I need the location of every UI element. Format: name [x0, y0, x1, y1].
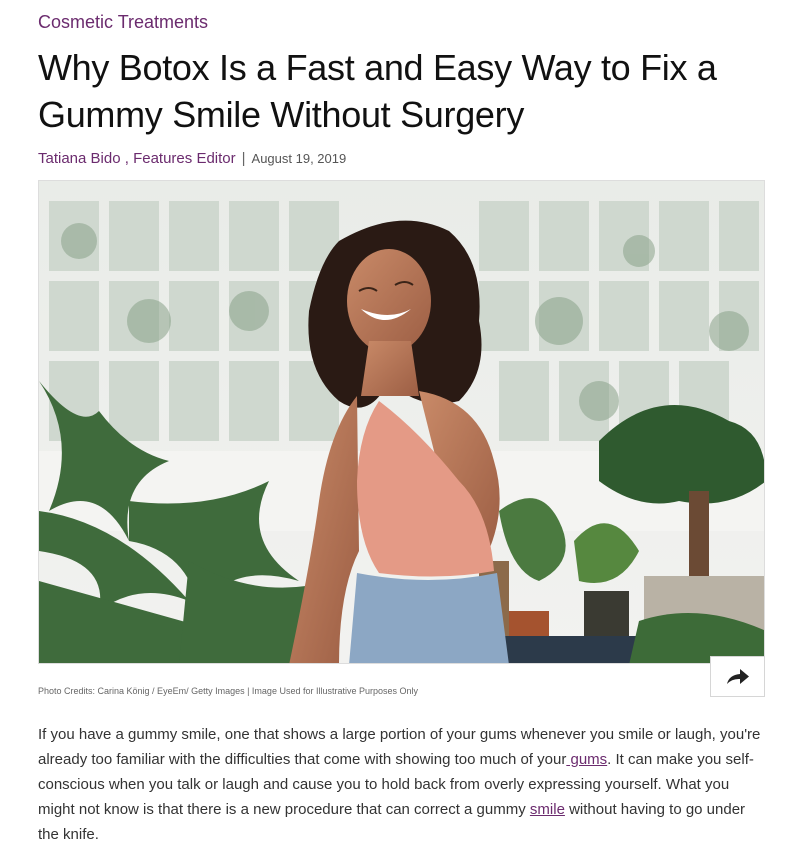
- author-name-link[interactable]: Tatiana Bido: [38, 150, 121, 167]
- article-body: If you have a gummy smile, one that show…: [38, 722, 768, 847]
- smile-link[interactable]: smile: [530, 801, 565, 818]
- photo-credits: Photo Credits: Carina König / EyeEm/ Get…: [38, 686, 418, 696]
- share-arrow-icon: [726, 668, 749, 684]
- hero-image: [38, 180, 765, 664]
- author-separator: ,: [120, 150, 134, 167]
- byline-divider: |: [241, 150, 246, 167]
- category-link[interactable]: Cosmetic Treatments: [38, 12, 208, 33]
- share-button[interactable]: [710, 656, 765, 697]
- author-role-link[interactable]: Features Editor: [133, 150, 236, 167]
- publish-date: August 19, 2019: [251, 151, 347, 166]
- byline: Tatiana Bido , Features Editor | August …: [38, 150, 346, 167]
- gums-link[interactable]: gums: [566, 751, 607, 768]
- article-title: Why Botox Is a Fast and Easy Way to Fix …: [38, 47, 717, 135]
